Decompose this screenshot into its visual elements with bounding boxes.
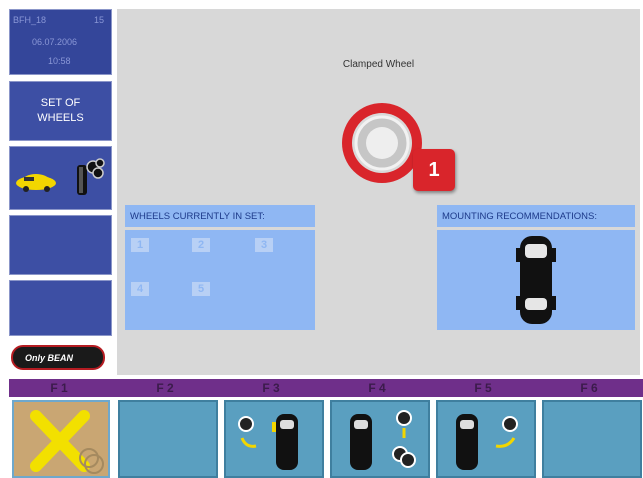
- session-number: 15: [94, 15, 105, 25]
- car-wheel-icon: [16, 158, 105, 195]
- brand-logo-text: Only BEAN: [25, 352, 74, 363]
- session-info: BFH_18 15 06.07.2006 10:58: [9, 9, 112, 75]
- wheel-slot[interactable]: 4: [131, 282, 149, 296]
- wheel-slot[interactable]: 2: [192, 238, 210, 252]
- wheels-in-set-panel: 1 2 3 4 5: [125, 230, 315, 330]
- clamped-wheel-title: Clamped Wheel: [342, 59, 415, 70]
- brand-logo: Only BEAN: [11, 345, 105, 370]
- set-of-wheels-button[interactable]: SET OF WHEELS: [9, 81, 112, 141]
- session-id: BFH_18: [13, 15, 47, 25]
- fkey-label-f2: F 2: [156, 381, 174, 395]
- fkey-label-f1: F 1: [50, 381, 68, 395]
- f5-button[interactable]: [436, 400, 536, 478]
- car-top-view-icon: [516, 236, 556, 324]
- f2-button[interactable]: [118, 400, 218, 478]
- fkey-label-f6: F 6: [580, 381, 598, 395]
- wheel-slot[interactable]: 1: [131, 238, 149, 252]
- main-panel: Clamped Wheel 1 WHEELS CURRENTLY IN SET:…: [117, 9, 640, 375]
- sidebar-empty-slot-1[interactable]: [9, 215, 112, 275]
- sidebar-empty-slot-2[interactable]: [9, 280, 112, 336]
- swap-wheel-icon: [456, 414, 518, 470]
- fkey-label-f5: F 5: [474, 381, 492, 395]
- cancel-x-icon: [30, 410, 104, 474]
- screen: BFH_18 15 06.07.2006 10:58 SET OF WHEELS: [0, 0, 643, 478]
- rotate-wheel-icon: [238, 414, 298, 470]
- set-of-wheels-label: SET OF WHEELS: [37, 97, 84, 124]
- function-key-bar: F 1 F 2 F 3 F 4 F 5 F 6: [9, 379, 643, 397]
- mounting-recommendations-header: MOUNTING RECOMMENDATIONS:: [437, 205, 635, 227]
- fkey-label-f3: F 3: [262, 381, 280, 395]
- wheel-set-icon: [350, 410, 416, 470]
- sidebar: BFH_18 15 06.07.2006 10:58 SET OF WHEELS: [9, 9, 112, 336]
- f6-button[interactable]: [542, 400, 642, 478]
- f4-button[interactable]: [330, 400, 430, 478]
- vehicle-wheel-button[interactable]: [9, 146, 112, 210]
- f1-button[interactable]: [12, 400, 110, 478]
- session-time: 10:58: [48, 56, 71, 66]
- session-date: 06.07.2006: [32, 37, 78, 47]
- wheel-slot[interactable]: 5: [192, 282, 210, 296]
- wheels-in-set-header: WHEELS CURRENTLY IN SET:: [125, 205, 315, 227]
- fkey-label-f4: F 4: [368, 381, 386, 395]
- f3-button[interactable]: [224, 400, 324, 478]
- mounting-recommendations-panel: [437, 230, 635, 330]
- wheel-number-badge: 1: [413, 149, 455, 191]
- wheel-slot[interactable]: 3: [255, 238, 273, 252]
